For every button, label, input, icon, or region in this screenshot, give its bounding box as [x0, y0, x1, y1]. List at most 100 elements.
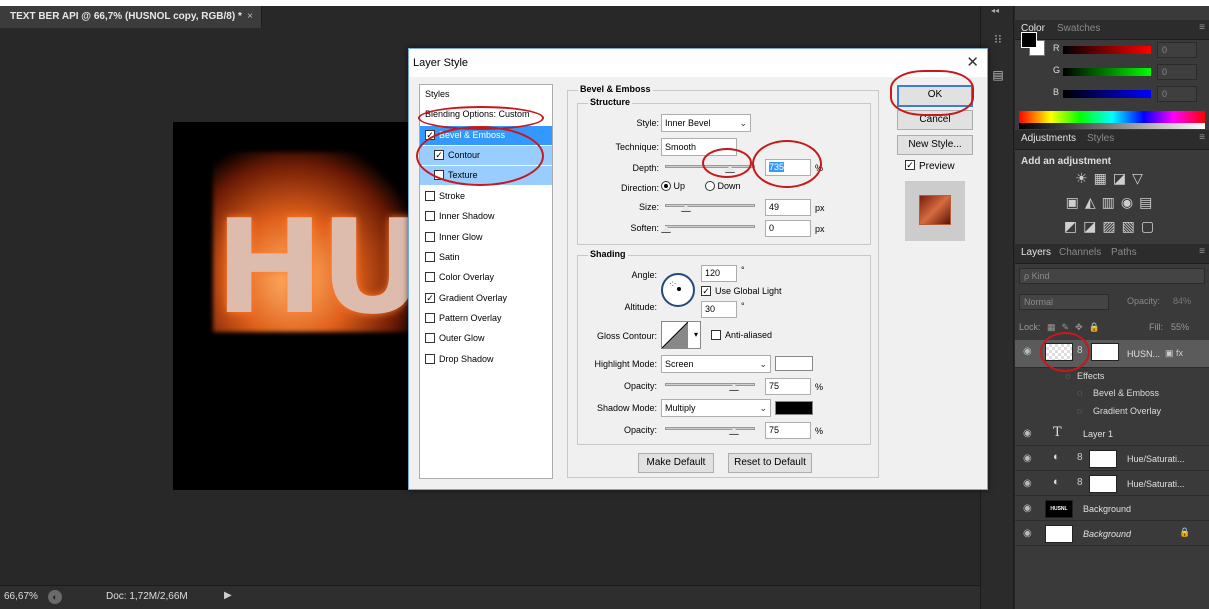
styles-header[interactable]: Styles [420, 85, 552, 104]
layer-kind-filter[interactable]: ρ Kind [1019, 268, 1205, 284]
blending-options-item[interactable]: Blending Options: Custom [420, 105, 552, 124]
tab-styles[interactable]: Styles [1087, 133, 1114, 144]
checkbox-icon[interactable] [425, 353, 435, 364]
visibility-eye-icon[interactable]: ◉ [1023, 428, 1032, 439]
link-chain-icon[interactable]: 8 [1077, 452, 1083, 463]
lock-icons[interactable]: ▦✎✥🔒 [1047, 322, 1106, 332]
make-default-button[interactable]: Make Default [638, 453, 714, 473]
layer-row-background-copy[interactable]: ◉ HUSNL Background [1015, 497, 1209, 521]
checkbox-icon[interactable] [425, 271, 435, 282]
reset-to-default-button[interactable]: Reset to Default [728, 453, 812, 473]
style-item-inner-shadow[interactable]: Inner Shadow [420, 207, 552, 226]
visibility-eye-icon[interactable]: ◉ [1023, 346, 1032, 357]
adjustment-icons-row-1[interactable]: ☀▦◪▽ [1015, 170, 1209, 187]
depth-input[interactable]: 735 [765, 159, 811, 176]
slider-g[interactable]: G 0 [1053, 64, 1203, 80]
tab-adjustments[interactable]: Adjustments [1021, 133, 1076, 144]
direction-up-radio[interactable]: Up [661, 180, 685, 192]
style-item-pattern-overlay[interactable]: Pattern Overlay [420, 309, 552, 328]
style-item-drop-shadow[interactable]: Drop Shadow [420, 350, 552, 369]
style-item-outer-glow[interactable]: Outer Glow [420, 329, 552, 348]
adjustment-icons-row-2[interactable]: ▣◭▥◉▤ [1015, 194, 1209, 211]
slider-g-bar[interactable] [1063, 68, 1151, 76]
checkbox-icon[interactable] [434, 169, 444, 180]
global-light-checkbox[interactable]: ✓ Use Global Light [701, 285, 782, 297]
checkbox-icon[interactable] [425, 190, 435, 201]
link-chain-icon[interactable]: 8 [1077, 477, 1083, 488]
fx-icon[interactable]: ▣ fx [1165, 348, 1183, 359]
highlight-mode-select[interactable]: Screen ⌄ [661, 355, 771, 373]
checkbox-icon[interactable] [425, 251, 435, 262]
checkbox-icon[interactable] [425, 312, 435, 323]
checkbox-icon[interactable] [425, 210, 435, 221]
effects-visibility-icon[interactable]: ◌ [1065, 371, 1070, 381]
tab-channels[interactable]: Channels [1059, 247, 1101, 258]
size-slider-track[interactable] [665, 204, 755, 207]
layer-row-husnol[interactable]: ◉ 8 HUSN... ▣ fx [1015, 340, 1209, 368]
soften-slider-track[interactable] [665, 225, 755, 228]
effect-row-bevel[interactable]: ◌ Bevel & Emboss [1015, 385, 1209, 402]
link-chain-icon[interactable]: 8 [1077, 345, 1083, 356]
slider-b-value[interactable]: 0 [1157, 86, 1197, 102]
new-style-button[interactable]: New Style... [897, 135, 973, 155]
style-item-inner-glow[interactable]: Inner Glow [420, 228, 552, 247]
opacity-value[interactable]: 84% [1173, 296, 1191, 306]
visibility-eye-icon[interactable]: ◉ [1023, 528, 1032, 539]
angle-dial[interactable]: ·:· [661, 273, 695, 307]
checkbox-checked-icon[interactable]: ✓ [905, 160, 915, 171]
style-item-color-overlay[interactable]: Color Overlay [420, 268, 552, 287]
shadow-color-swatch[interactable] [775, 401, 813, 415]
highlight-opacity-track[interactable] [665, 383, 755, 386]
gloss-contour-picker[interactable]: ▾ [661, 321, 701, 349]
collapse-panels-icon[interactable]: ◂◂ [991, 6, 999, 15]
foreground-color-swatch[interactable] [1021, 32, 1037, 48]
technique-select[interactable]: Smooth ⌄ [661, 138, 737, 156]
slider-r-value[interactable]: 0 [1157, 42, 1197, 58]
direction-down-radio[interactable]: Down [705, 180, 741, 192]
style-item-texture[interactable]: Texture [420, 166, 552, 185]
panel-menu-icon[interactable]: ≡ [1199, 246, 1205, 257]
checkbox-checked-icon[interactable]: ✓ [425, 129, 435, 140]
shadow-mode-select[interactable]: Multiply ⌄ [661, 399, 771, 417]
artwork-canvas[interactable]: HUS [173, 122, 409, 490]
layer-row-layer1[interactable]: ◉ T Layer 1 [1015, 422, 1209, 446]
document-tab[interactable]: TEXT BER API @ 66,7% (HUSNOL copy, RGB/8… [0, 6, 262, 28]
layer-row-hue1[interactable]: ◉ ◐ 8 Hue/Saturati... [1015, 447, 1209, 471]
zoom-level[interactable]: 66,67% [4, 591, 38, 602]
layer-row-background[interactable]: ◉ Background 🔒 [1015, 522, 1209, 546]
checkbox-checked-icon[interactable]: ✓ [434, 149, 444, 160]
checkbox-icon[interactable] [425, 231, 435, 242]
adjustment-icons-row-3[interactable]: ◩◪▨▧▢ [1015, 218, 1209, 235]
tab-swatches[interactable]: Swatches [1057, 23, 1100, 34]
style-item-stroke[interactable]: Stroke [420, 187, 552, 206]
style-item-contour[interactable]: ✓ Contour [420, 146, 552, 165]
angle-input[interactable]: 120 [701, 265, 737, 282]
style-select[interactable]: Inner Bevel ⌄ [661, 114, 751, 132]
shadow-opacity-input[interactable]: 75 [765, 422, 811, 439]
highlight-color-swatch[interactable] [775, 356, 813, 371]
radio-checked-icon[interactable] [661, 180, 671, 191]
size-input[interactable]: 49 [765, 199, 811, 216]
fill-value[interactable]: 55% [1171, 322, 1189, 332]
close-icon[interactable]: ✕ [966, 53, 979, 71]
visibility-eye-icon[interactable]: ◉ [1023, 478, 1032, 489]
shadow-opacity-track[interactable] [665, 427, 755, 430]
highlight-opacity-input[interactable]: 75 [765, 378, 811, 395]
panel-menu-icon[interactable]: ≡ [1199, 22, 1205, 33]
depth-slider-track[interactable] [665, 165, 755, 168]
preview-checkbox[interactable]: ✓ Preview [905, 160, 955, 172]
radio-icon[interactable] [705, 180, 715, 191]
layer-row-hue2[interactable]: ◉ ◐ 8 Hue/Saturati... [1015, 472, 1209, 496]
altitude-input[interactable]: 30 [701, 301, 737, 318]
slider-g-value[interactable]: 0 [1157, 64, 1197, 80]
anti-aliased-checkbox[interactable]: Anti-aliased [711, 329, 772, 341]
visibility-eye-icon[interactable]: ◉ [1023, 503, 1032, 514]
effects-row[interactable]: ◌ Effects [1015, 368, 1209, 385]
panel-menu-icon[interactable]: ≡ [1199, 132, 1205, 143]
style-item-gradient-overlay[interactable]: ✓ Gradient Overlay [420, 289, 552, 308]
effect-row-gradient[interactable]: ◌ Gradient Overlay [1015, 403, 1209, 420]
properties-icon[interactable]: ▤ [989, 68, 1007, 86]
style-item-bevel-emboss[interactable]: ✓ Bevel & Emboss [420, 126, 552, 145]
slider-b-bar[interactable] [1063, 90, 1151, 98]
checkbox-icon[interactable] [711, 329, 721, 340]
